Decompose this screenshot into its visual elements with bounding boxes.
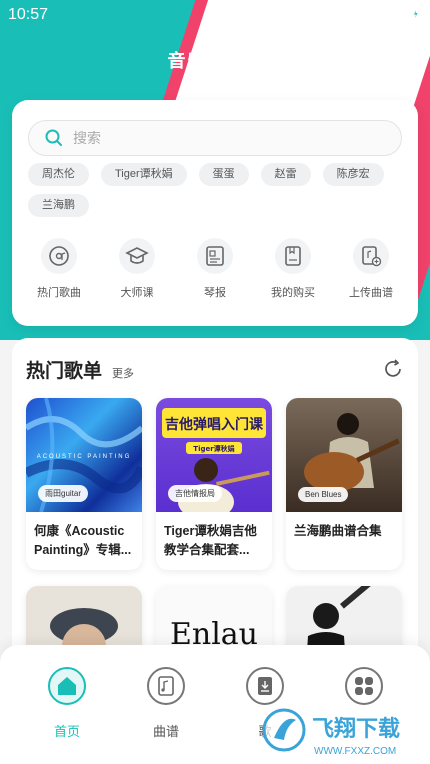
home-icon: [58, 677, 76, 695]
search-bar[interactable]: [28, 120, 402, 156]
score-icon: [158, 676, 174, 696]
playlist-name: 兰海鹏曲谱合集: [294, 524, 382, 538]
search-input[interactable]: [73, 130, 254, 146]
svg-text:ACOUSTIC PAINTING: ACOUSTIC PAINTING: [37, 454, 132, 460]
playlist-cover: 吉他弹唱入门课 Tiger谭秋娟 吉他情报局: [156, 398, 272, 512]
svg-text:Tiger谭秋娟: Tiger谭秋娟: [193, 444, 234, 453]
playlist-badge: 雨田guitar: [38, 485, 89, 502]
playlist-card[interactable]: 吉他弹唱入门课 Tiger谭秋娟 吉他情报局 Tiger谭秋娟吉他教学合集配套.…: [156, 398, 272, 570]
tab-label: 首页: [53, 724, 80, 739]
svg-text:WWW.FXXZ.COM: WWW.FXXZ.COM: [314, 746, 396, 757]
search-tag[interactable]: Tiger谭秋娟: [101, 163, 187, 186]
playlist-name: 何康《Acoustic Painting》专辑...: [34, 524, 132, 557]
tab-score[interactable]: 曲谱: [126, 667, 206, 740]
playlist-cover: ACOUSTIC PAINTING 雨田guitar: [26, 398, 142, 512]
book-icon: [285, 246, 301, 266]
search-card: 周杰伦 Tiger谭秋娟 蛋蛋 赵雷 陈彦宏 兰海鹏 热门歌曲 大师课 琴报 我…: [12, 100, 418, 326]
playlist-card[interactable]: ACOUSTIC PAINTING 雨田guitar 何康《Acoustic P…: [26, 398, 142, 570]
graduation-cap-icon: [125, 247, 149, 264]
shortcut-label: 上传曲谱: [349, 287, 393, 299]
shortcut-label: 大师课: [120, 287, 154, 299]
search-tag[interactable]: 陈彦宏: [322, 163, 384, 186]
svg-text:吉他弹唱入门课: 吉他弹唱入门课: [165, 416, 264, 433]
playlist-card[interactable]: Ben Blues 兰海鹏曲谱合集: [286, 398, 402, 570]
shortcut-row: 热门歌曲 大师课 琴报 我的购买 上传曲谱: [12, 238, 418, 300]
status-time: 10:57: [8, 6, 49, 23]
upload-score-icon: [362, 246, 382, 267]
signal-icon: [390, 7, 402, 20]
shortcut-upload-score[interactable]: 上传曲谱: [336, 238, 406, 300]
refresh-icon[interactable]: [382, 358, 404, 380]
tab-label: 曲谱: [152, 724, 179, 739]
shortcut-hot-songs[interactable]: 热门歌曲: [24, 238, 94, 300]
playlist-badge: Ben Blues: [298, 487, 349, 502]
music-disc-icon: [49, 246, 69, 266]
status-icons: [363, 6, 420, 21]
playlist-cover: Ben Blues: [286, 398, 402, 512]
shortcut-label: 热门歌曲: [37, 287, 81, 299]
battery-icon: [412, 6, 419, 20]
search-icon: [45, 129, 62, 146]
search-tag[interactable]: 赵雷: [260, 163, 311, 186]
search-tag[interactable]: 蛋蛋: [198, 163, 249, 186]
more-link[interactable]: 更多: [112, 365, 134, 381]
grid-icon: [355, 677, 373, 695]
newspaper-icon: [206, 246, 224, 266]
wifi-icon: [364, 7, 380, 20]
shortcut-label: 琴报: [204, 287, 226, 299]
status-bar: 10:57: [0, 0, 430, 30]
section-title: 热门歌单: [26, 361, 103, 382]
section-header: 热门歌单 更多: [26, 356, 134, 383]
search-tag[interactable]: 周杰伦: [28, 163, 89, 186]
shortcut-label: 我的购买: [271, 287, 315, 299]
playlist-badge: 吉他情报局: [168, 485, 222, 502]
search-tag[interactable]: 兰海鹏: [28, 194, 89, 217]
svg-text:飞翔下载: 飞翔下载: [312, 716, 400, 742]
page-title: 音乐情报局: [167, 51, 263, 71]
hot-search-tags: 周杰伦 Tiger谭秋娟 蛋蛋 赵雷 陈彦宏 兰海鹏: [28, 163, 408, 217]
site-watermark: 飞翔下载 WWW.FXXZ.COM: [262, 708, 400, 757]
shortcut-news[interactable]: 琴报: [180, 238, 250, 300]
song-icon: [258, 677, 272, 695]
shortcut-master-class[interactable]: 大师课: [102, 238, 172, 300]
shortcut-my-purchases[interactable]: 我的购买: [258, 238, 328, 300]
playlist-name: Tiger谭秋娟吉他教学合集配套...: [164, 524, 257, 557]
tab-home[interactable]: 首页: [27, 667, 107, 740]
